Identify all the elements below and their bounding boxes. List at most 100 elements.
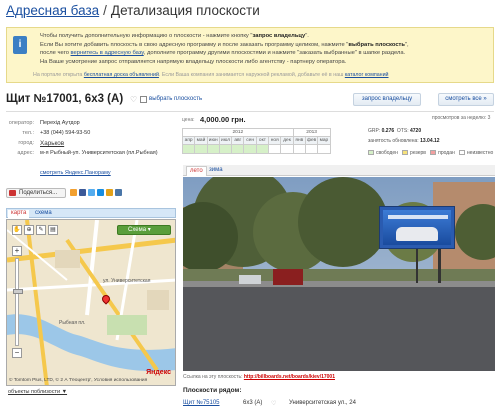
nearby-size: 6х3 (А)	[243, 400, 263, 406]
contact-row: оператор: Перехід Аутдор	[6, 120, 176, 130]
select-surface-label[interactable]: выбрать плоскость	[149, 96, 202, 102]
month-cell: окт	[255, 136, 270, 145]
info-line-2-end: ",	[404, 41, 409, 48]
odnoklassniki-icon[interactable]	[70, 189, 77, 196]
yandex-map[interactable]: ✋ ⊕ ✎ ▤ Схема ▾ + − Рыбная пл. ул. Униве…	[6, 219, 176, 386]
month-cell: сен	[243, 136, 257, 145]
vk-icon[interactable]	[115, 189, 122, 196]
price-label: цена:	[182, 117, 195, 123]
view-all-button[interactable]: смотреть все »	[438, 93, 494, 106]
month-cell: янв	[292, 136, 306, 145]
occupancy-cells	[181, 144, 331, 154]
info-line-1-bold: запрос владельцу	[252, 33, 306, 39]
info-text: Чтобы получить дополнительную информацию…	[40, 32, 492, 66]
contact-label: оператор:	[8, 120, 34, 126]
back-to-base-link[interactable]: вернитесь в адресную базу	[71, 50, 144, 56]
layers-icon[interactable]: ▤	[48, 225, 58, 235]
view-all-label: смотреть все »	[445, 96, 487, 102]
select-surface-checkbox[interactable]	[140, 96, 147, 103]
tab-summer[interactable]: лето	[186, 166, 207, 176]
occupancy-cell	[181, 144, 196, 154]
legend-free: свободен	[376, 150, 398, 156]
updated-label: занятость обновлена:	[368, 138, 419, 144]
request-owner-button[interactable]: запрос владельцу	[353, 93, 421, 106]
ruler-icon[interactable]: ✎	[36, 225, 46, 235]
contact-label: адрес:	[17, 150, 34, 156]
nearby-surface-link[interactable]: Щит №75105	[183, 400, 220, 406]
contact-row: тел.: +38 (044) 594-93-50	[6, 130, 176, 140]
page-title: Детализация плоскости	[110, 3, 260, 18]
info-footer: На портале открыта бесплатная доска объя…	[33, 72, 389, 78]
yandex-panorama-link[interactable]: смотреть Яндекс.Панораму	[40, 170, 111, 176]
zoom-knob[interactable]	[13, 289, 23, 294]
contact-value: м-я Рыбный-уп. Университетская (пл.Рыбна…	[40, 150, 158, 156]
occupancy-cell	[317, 144, 331, 154]
zoom-control: + −	[12, 246, 23, 358]
page-header: Адресная база / Детализация плоскости	[6, 3, 260, 21]
billboard-text	[388, 215, 448, 219]
legend-swatch-reserve	[402, 150, 409, 155]
free-board-link[interactable]: бесплатная доска объявлений	[84, 72, 159, 78]
yandex-logo: Яндекс	[146, 369, 171, 376]
share-button[interactable]: Поделиться...	[6, 188, 66, 198]
nearby-title: Плоскости рядом:	[183, 387, 242, 394]
billboard-car	[396, 227, 438, 241]
nearby-favorite-icon[interactable]: ♡	[271, 400, 276, 407]
breadcrumb-address-base[interactable]: Адресная база	[6, 3, 99, 18]
zoom-out-button[interactable]: −	[12, 348, 22, 358]
contact-label: тел.:	[22, 130, 34, 136]
contact-row: город: Харьков	[6, 140, 176, 150]
surface-titlebar: Щит №17001, 6х3 (А) ♡ выбрать плоскость …	[6, 93, 494, 107]
bookmark-icon[interactable]	[106, 189, 113, 196]
views-count: просмотров за неделю: 3	[432, 115, 491, 121]
occupancy-cell	[304, 144, 319, 154]
month-cell: ноя	[268, 136, 282, 145]
occupancy-cell	[268, 144, 282, 154]
nearby-row[interactable]: Щит №75105 6х3 (А) ♡ Университетская ул.…	[183, 400, 495, 410]
legend-unknown: неизвестно	[466, 150, 494, 156]
month-cell: июл	[218, 136, 233, 145]
map-type-select[interactable]: Схема ▾	[117, 225, 171, 235]
occupancy-months: апр май июн июл авг сен окт ноя дек янв фев мар	[181, 136, 331, 145]
street-label: Рыбная пл.	[59, 320, 86, 326]
legend-swatch-free	[368, 150, 374, 155]
month-cell: апр	[181, 136, 196, 145]
nearby-objects-toggle[interactable]: объекты поблизости ▼	[8, 389, 67, 395]
share-label: Поделиться...	[19, 190, 58, 196]
legend-reserve: резерв	[410, 150, 426, 156]
map-tabs: карта схема	[6, 208, 176, 218]
city-link[interactable]: Харьков	[40, 140, 64, 147]
occupancy-cell	[255, 144, 270, 154]
zoom-in-button[interactable]: +	[12, 246, 22, 256]
surface-link-url[interactable]: http://billboards.net/boards/kiev/17001	[244, 374, 335, 380]
occupancy-cell	[231, 144, 245, 154]
tab-map[interactable]: карта	[8, 210, 30, 218]
info-footer-text: На портале открыта	[33, 72, 84, 78]
zoom-area-icon[interactable]: ⊕	[24, 225, 34, 235]
occupancy-legend: свободен резерв продан неизвестно	[368, 150, 493, 156]
ots-value: 4720	[409, 128, 422, 134]
info-line-1-end: ".	[305, 33, 309, 39]
favorite-icon[interactable]: ♡	[130, 95, 137, 104]
tab-winter[interactable]: зима	[206, 166, 226, 176]
mail-icon[interactable]	[97, 189, 104, 196]
twitter-icon[interactable]	[88, 189, 95, 196]
info-line-1: Чтобы получить дополнительную информацию…	[40, 33, 253, 39]
legend-swatch-sold	[430, 150, 437, 155]
request-owner-label: запрос владельцу	[361, 96, 413, 102]
company-catalog-link[interactable]: каталог компаний	[345, 72, 389, 78]
zoom-slider[interactable]	[13, 258, 23, 346]
surface-link-label: Ссылка на эту плоскость:	[183, 374, 244, 380]
hand-tool-icon[interactable]: ✋	[12, 225, 22, 235]
occupancy-cell	[194, 144, 208, 154]
divider	[6, 111, 494, 112]
tab-scheme[interactable]: схема	[32, 210, 55, 216]
occupancy-cell	[243, 144, 257, 154]
updated-value: 13.04.12	[420, 138, 440, 144]
contact-value: Перехід Аутдор	[40, 120, 80, 126]
street-label: ул. Университетская	[103, 278, 151, 284]
facebook-icon[interactable]	[79, 189, 86, 196]
legend-swatch-unknown	[458, 150, 465, 155]
map-type-label: Схема	[128, 227, 147, 233]
month-cell: авг	[231, 136, 245, 145]
